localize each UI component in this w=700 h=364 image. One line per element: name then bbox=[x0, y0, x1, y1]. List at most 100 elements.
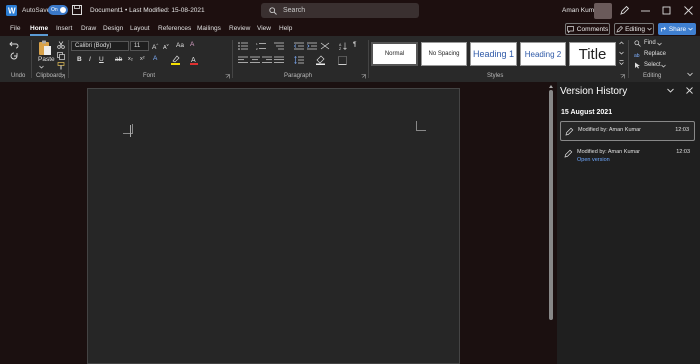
dialog-launcher-icon[interactable] bbox=[225, 74, 230, 79]
select-cursor-icon[interactable] bbox=[634, 62, 641, 69]
asian-layout-icon[interactable] bbox=[320, 42, 330, 50]
tab-mailings[interactable]: Mailings bbox=[197, 25, 221, 32]
chevron-down-icon[interactable] bbox=[661, 64, 666, 68]
font-size-select[interactable]: 11 bbox=[130, 41, 149, 51]
open-version-link[interactable]: Open version bbox=[577, 157, 610, 163]
replace-label[interactable]: Replace bbox=[644, 51, 666, 57]
superscript-icon[interactable]: x² bbox=[140, 56, 145, 62]
format-painter-icon[interactable] bbox=[57, 62, 65, 70]
chevron-down-icon[interactable] bbox=[39, 65, 44, 69]
font-color-icon[interactable]: A bbox=[190, 55, 198, 65]
style-title[interactable]: Title bbox=[569, 42, 616, 66]
justify-icon[interactable] bbox=[274, 56, 284, 64]
show-formatting-marks-icon[interactable]: ¶ bbox=[353, 41, 357, 48]
tab-help[interactable]: Help bbox=[279, 25, 292, 32]
scroll-up-icon[interactable] bbox=[549, 85, 553, 88]
title-bar: W AutoSave On Document1 • Last Modified:… bbox=[0, 0, 700, 22]
version-time: 12:03 bbox=[676, 149, 690, 155]
autosave-toggle[interactable]: On bbox=[48, 5, 68, 15]
vertical-scrollbar[interactable] bbox=[545, 82, 557, 364]
increase-indent-icon[interactable] bbox=[307, 42, 317, 50]
tab-design[interactable]: Design bbox=[103, 25, 123, 32]
comments-label: Comments bbox=[576, 25, 609, 33]
version-item[interactable]: Modified by: Aman Kumar 12:03 bbox=[560, 121, 695, 141]
panel-title: Version History bbox=[560, 86, 628, 97]
dialog-launcher-icon[interactable] bbox=[361, 74, 366, 79]
close-icon[interactable] bbox=[683, 5, 694, 16]
save-icon[interactable] bbox=[72, 5, 82, 15]
copy-icon[interactable] bbox=[57, 52, 65, 60]
multilevel-list-icon[interactable] bbox=[274, 42, 284, 50]
find-icon[interactable] bbox=[634, 40, 641, 47]
cut-icon[interactable] bbox=[57, 41, 65, 49]
tab-file[interactable]: File bbox=[10, 25, 20, 32]
decrease-indent-icon[interactable] bbox=[294, 42, 304, 50]
close-icon[interactable] bbox=[686, 87, 693, 94]
tab-review[interactable]: Review bbox=[229, 25, 250, 32]
shrink-font-icon[interactable]: Av bbox=[163, 42, 169, 51]
line-spacing-icon[interactable] bbox=[294, 56, 304, 64]
share-button[interactable]: Share bbox=[658, 23, 696, 35]
subscript-icon[interactable]: x₂ bbox=[128, 56, 133, 62]
restore-icon[interactable] bbox=[661, 5, 672, 16]
bold-icon[interactable]: B bbox=[77, 56, 82, 63]
document-page[interactable] bbox=[87, 88, 460, 364]
dialog-launcher-icon[interactable] bbox=[60, 74, 65, 79]
numbering-icon[interactable]: 12 bbox=[256, 42, 266, 50]
chevron-down-icon[interactable] bbox=[657, 42, 662, 46]
bullets-icon[interactable] bbox=[238, 42, 248, 50]
tab-references[interactable]: References bbox=[158, 25, 191, 32]
scrollbar-thumb[interactable] bbox=[549, 90, 553, 320]
tab-layout[interactable]: Layout bbox=[130, 25, 150, 32]
style-heading-2[interactable]: Heading 2 bbox=[520, 42, 566, 66]
italic-icon[interactable]: I bbox=[89, 56, 91, 63]
avatar[interactable] bbox=[594, 3, 612, 19]
borders-icon[interactable] bbox=[338, 56, 347, 65]
svg-text:W: W bbox=[8, 7, 16, 16]
text-effects-icon[interactable]: A bbox=[153, 55, 157, 62]
styles-scroll-down-icon[interactable] bbox=[619, 51, 624, 55]
pen-icon[interactable] bbox=[619, 5, 630, 16]
collapse-ribbon-icon[interactable] bbox=[687, 72, 693, 77]
replace-icon[interactable]: ab bbox=[634, 51, 641, 58]
svg-text:1: 1 bbox=[256, 42, 258, 46]
styles-more-icon[interactable] bbox=[619, 60, 624, 66]
chevron-down-icon[interactable] bbox=[667, 88, 674, 93]
underline-icon[interactable]: U bbox=[99, 56, 104, 63]
comments-button[interactable]: Comments bbox=[565, 23, 610, 35]
style-no-spacing[interactable]: No Spacing bbox=[421, 42, 467, 66]
redo-icon[interactable] bbox=[9, 52, 19, 60]
grow-font-icon[interactable]: A^ bbox=[152, 42, 158, 51]
document-title[interactable]: Document1 • Last Modified: 15-08-2021 bbox=[90, 7, 205, 14]
align-center-icon[interactable] bbox=[250, 56, 260, 64]
minimize-icon[interactable] bbox=[640, 5, 651, 16]
clear-formatting-icon[interactable]: A bbox=[190, 41, 194, 48]
editing-mode-button[interactable]: Editing bbox=[614, 23, 654, 35]
dialog-launcher-icon[interactable] bbox=[620, 74, 625, 79]
sort-icon[interactable]: AZ bbox=[339, 42, 347, 50]
style-normal[interactable]: Normal bbox=[371, 42, 418, 66]
svg-text:2: 2 bbox=[256, 47, 258, 50]
tab-insert[interactable]: Insert bbox=[56, 25, 72, 32]
font-name-select[interactable]: Calibri (Body) bbox=[71, 41, 129, 51]
shading-icon[interactable] bbox=[316, 55, 325, 65]
find-label[interactable]: Find bbox=[644, 40, 656, 46]
svg-text:Z: Z bbox=[339, 47, 342, 50]
align-left-icon[interactable] bbox=[238, 56, 248, 64]
tab-draw[interactable]: Draw bbox=[81, 25, 96, 32]
version-item[interactable]: Modified by: Aman Kumar 12:03 Open versi… bbox=[560, 144, 695, 166]
styles-scroll-up-icon[interactable] bbox=[619, 41, 624, 45]
paste-label[interactable]: Paste bbox=[38, 56, 55, 63]
highlight-icon[interactable] bbox=[171, 55, 180, 65]
change-case-icon[interactable]: Aa bbox=[176, 42, 184, 49]
style-heading-1[interactable]: Heading 1 bbox=[470, 42, 517, 66]
clipboard-paste-icon[interactable] bbox=[38, 40, 52, 56]
tab-home[interactable]: Home bbox=[30, 25, 48, 32]
align-right-icon[interactable] bbox=[262, 56, 272, 64]
style-no-spacing-label: No Spacing bbox=[428, 51, 460, 57]
tab-view[interactable]: View bbox=[257, 25, 271, 32]
undo-icon[interactable] bbox=[9, 41, 19, 49]
strikethrough-icon[interactable]: ab bbox=[115, 56, 122, 63]
search-input[interactable]: Search bbox=[261, 3, 419, 18]
select-label[interactable]: Select bbox=[644, 62, 661, 68]
